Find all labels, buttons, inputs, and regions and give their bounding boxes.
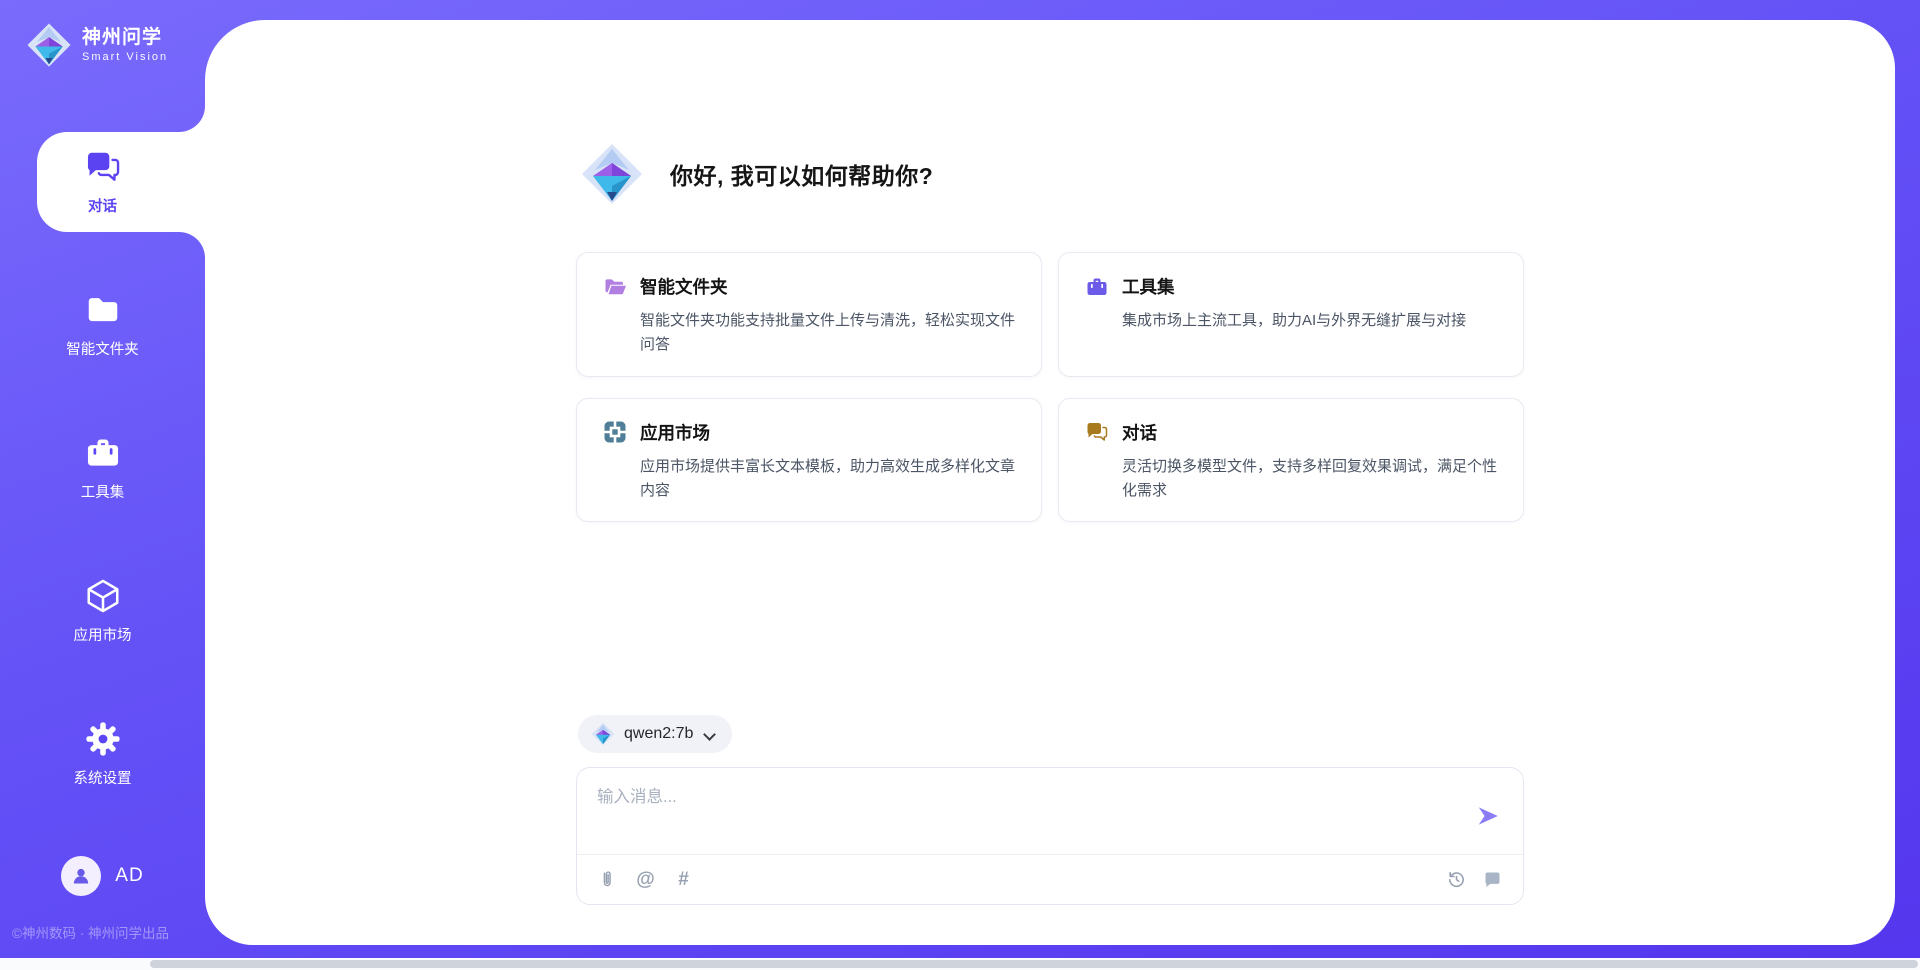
welcome-logo-icon bbox=[580, 142, 644, 206]
conversation-button[interactable] bbox=[1482, 869, 1503, 890]
sidebar: 神州问学 Smart Vision 对话 智能文件夹 bbox=[0, 0, 205, 958]
avatar bbox=[61, 856, 101, 896]
toolbox-icon bbox=[84, 434, 122, 472]
sidebar-item-chat[interactable]: 对话 bbox=[0, 132, 205, 232]
card-title: 应用市场 bbox=[640, 420, 710, 445]
attach-button[interactable] bbox=[597, 869, 618, 890]
feature-cards: 智能文件夹 智能文件夹功能支持批量文件上传与清洗，轻松实现文件问答 工具集 集成… bbox=[576, 252, 1524, 522]
card-header: 对话 bbox=[1085, 420, 1497, 445]
sidebar-item-toolset[interactable]: 工具集 bbox=[0, 418, 205, 518]
person-icon bbox=[69, 864, 93, 888]
user-initials: AD bbox=[115, 865, 143, 887]
composer-toolbar: @ # bbox=[577, 855, 1523, 904]
card-title: 工具集 bbox=[1122, 274, 1175, 299]
folder-open-icon bbox=[603, 275, 627, 299]
card-app-market[interactable]: 应用市场 应用市场提供丰富长文本模板，助力高效生成多样化文章内容 bbox=[576, 398, 1042, 523]
mention-button[interactable]: @ bbox=[635, 869, 656, 890]
card-smart-folder[interactable]: 智能文件夹 智能文件夹功能支持批量文件上传与清洗，轻松实现文件问答 bbox=[576, 252, 1042, 377]
sidebar-item-label: 系统设置 bbox=[74, 767, 132, 788]
card-header: 工具集 bbox=[1085, 274, 1497, 299]
paperclip-icon bbox=[597, 869, 618, 890]
toolbox-icon bbox=[1085, 275, 1109, 299]
send-icon bbox=[1475, 803, 1501, 829]
greeting-title: 你好, 我可以如何帮助你? bbox=[670, 157, 933, 191]
message-composer: @ # bbox=[576, 767, 1524, 905]
brand-text: 神州问学 Smart Vision bbox=[82, 27, 168, 63]
brand-subtitle: Smart Vision bbox=[82, 51, 168, 64]
horizontal-scrollbar-track bbox=[0, 958, 1920, 970]
send-button[interactable] bbox=[1471, 799, 1505, 833]
card-toolset[interactable]: 工具集 集成市场上主流工具，助力AI与外界无缝扩展与对接 bbox=[1058, 252, 1524, 377]
card-title: 对话 bbox=[1122, 420, 1157, 445]
sidebar-item-smart-folder[interactable]: 智能文件夹 bbox=[0, 275, 205, 375]
history-button[interactable] bbox=[1446, 869, 1467, 890]
sidebar-spacer bbox=[0, 847, 205, 856]
sidebar-item-label: 工具集 bbox=[81, 481, 125, 502]
grid-icon bbox=[603, 420, 627, 444]
sidebar-item-app-market[interactable]: 应用市场 bbox=[0, 561, 205, 661]
copyright-text: ©神州数码 · 神州问学出品 bbox=[0, 922, 205, 958]
model-name: qwen2:7b bbox=[624, 725, 693, 743]
card-description: 灵活切换多模型文件，支持多样回复效果调试，满足个性化需求 bbox=[1122, 455, 1497, 504]
chevron-down-icon bbox=[704, 728, 716, 740]
history-icon bbox=[1446, 869, 1467, 890]
toolbar-right-group bbox=[1446, 869, 1503, 890]
topic-button[interactable]: # bbox=[673, 869, 694, 890]
tab-curve-top bbox=[179, 80, 205, 132]
brand: 神州问学 Smart Vision bbox=[0, 0, 205, 68]
at-icon: @ bbox=[636, 869, 655, 891]
sidebar-nav: 对话 智能文件夹 工具集 应用市场 bbox=[0, 132, 205, 847]
brand-title: 神州问学 bbox=[82, 27, 168, 49]
card-title: 智能文件夹 bbox=[640, 274, 728, 299]
chat-bubbles-icon bbox=[84, 148, 122, 186]
message-input[interactable] bbox=[597, 783, 1471, 845]
sidebar-item-label: 对话 bbox=[88, 195, 117, 216]
welcome-header: 你好, 我可以如何帮助你? bbox=[580, 142, 1524, 206]
gear-icon bbox=[84, 720, 122, 758]
flex-spacer bbox=[576, 522, 1524, 715]
model-logo-icon bbox=[591, 722, 615, 746]
composer-input-row bbox=[577, 768, 1523, 854]
main-panel: 你好, 我可以如何帮助你? 智能文件夹 智能文件夹功能支持批量文件上传与清洗，轻… bbox=[205, 20, 1895, 945]
horizontal-scrollbar-thumb[interactable] bbox=[150, 960, 1918, 968]
comment-icon bbox=[1482, 869, 1503, 890]
sidebar-item-settings[interactable]: 系统设置 bbox=[0, 704, 205, 804]
cube-icon bbox=[84, 577, 122, 615]
model-selector[interactable]: qwen2:7b bbox=[578, 715, 732, 753]
card-header: 应用市场 bbox=[603, 420, 1015, 445]
sidebar-item-label: 应用市场 bbox=[74, 624, 132, 645]
card-description: 智能文件夹功能支持批量文件上传与清洗，轻松实现文件问答 bbox=[640, 309, 1015, 358]
hash-icon: # bbox=[678, 869, 689, 891]
sidebar-item-label: 智能文件夹 bbox=[66, 338, 139, 359]
content-column: 你好, 我可以如何帮助你? 智能文件夹 智能文件夹功能支持批量文件上传与清洗，轻… bbox=[576, 20, 1524, 945]
user-account[interactable]: AD bbox=[0, 856, 205, 896]
card-description: 集成市场上主流工具，助力AI与外界无缝扩展与对接 bbox=[1122, 309, 1497, 333]
chat-bubbles-icon bbox=[1085, 420, 1109, 444]
card-description: 应用市场提供丰富长文本模板，助力高效生成多样化文章内容 bbox=[640, 455, 1015, 504]
card-header: 智能文件夹 bbox=[603, 274, 1015, 299]
brand-logo-icon bbox=[26, 22, 72, 68]
folder-icon bbox=[84, 291, 122, 329]
card-chat[interactable]: 对话 灵活切换多模型文件，支持多样回复效果调试，满足个性化需求 bbox=[1058, 398, 1524, 523]
